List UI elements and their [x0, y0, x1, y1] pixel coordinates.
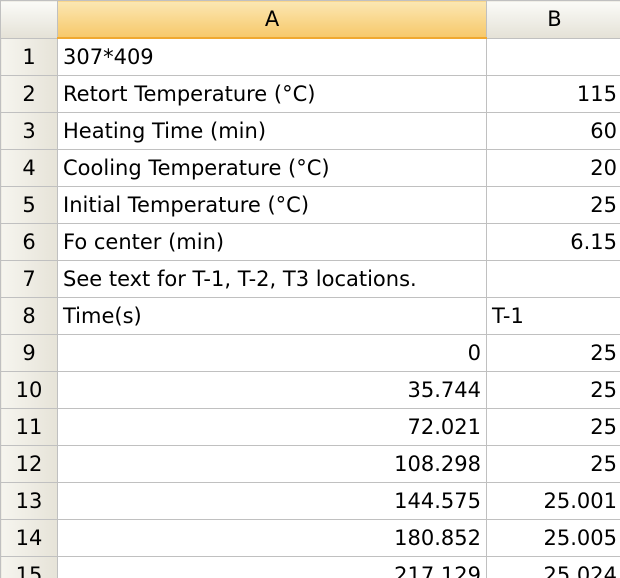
cell-a3[interactable]: Heating Time (min): [57, 112, 487, 150]
cell-a12[interactable]: 108.298: [57, 445, 487, 483]
table-row: 5 Initial Temperature (°C) 25: [0, 186, 620, 224]
cell-b5[interactable]: 25: [486, 186, 620, 224]
cell-b3[interactable]: 60: [486, 112, 620, 150]
table-row: 4 Cooling Temperature (°C) 20: [0, 149, 620, 187]
table-row: 8 Time(s) T-1: [0, 297, 620, 335]
cell-b6[interactable]: 6.15: [486, 223, 620, 261]
cell-a8[interactable]: Time(s): [57, 297, 487, 335]
cell-a14[interactable]: 180.852: [57, 519, 487, 557]
spreadsheet: A B 1 307*409 2 Retort Temperature (°C) …: [0, 0, 620, 578]
cell-a15[interactable]: 217.129: [57, 556, 487, 578]
row-header-7[interactable]: 7: [0, 260, 58, 298]
cell-b10[interactable]: 25: [486, 371, 620, 409]
row-header-3[interactable]: 3: [0, 112, 58, 150]
row-header-13[interactable]: 13: [0, 482, 58, 520]
cell-b11[interactable]: 25: [486, 408, 620, 446]
table-row: 6 Fo center (min) 6.15: [0, 223, 620, 261]
table-row: 11 72.021 25: [0, 408, 620, 446]
row-header-9[interactable]: 9: [0, 334, 58, 372]
cell-a4[interactable]: Cooling Temperature (°C): [57, 149, 487, 187]
table-row: 1 307*409: [0, 37, 620, 76]
cell-a6[interactable]: Fo center (min): [57, 223, 487, 261]
table-row: 2 Retort Temperature (°C) 115: [0, 75, 620, 113]
column-header-b[interactable]: B: [486, 0, 620, 39]
column-header-a[interactable]: A: [57, 0, 487, 39]
table-row: 13 144.575 25.001: [0, 482, 620, 520]
row-header-14[interactable]: 14: [0, 519, 58, 557]
cell-b15[interactable]: 25.024: [486, 556, 620, 578]
row-header-8[interactable]: 8: [0, 297, 58, 335]
row-header-1[interactable]: 1: [0, 37, 58, 76]
cell-a5[interactable]: Initial Temperature (°C): [57, 186, 487, 224]
cell-a11[interactable]: 72.021: [57, 408, 487, 446]
row-header-12[interactable]: 12: [0, 445, 58, 483]
cell-a1[interactable]: 307*409: [57, 37, 487, 76]
cell-b14[interactable]: 25.005: [486, 519, 620, 557]
row-header-2[interactable]: 2: [0, 75, 58, 113]
column-header-row: A B: [0, 0, 620, 39]
table-row: 9 0 25: [0, 334, 620, 372]
table-row: 7 See text for T-1, T-2, T3 locations.: [0, 260, 620, 298]
cell-a10[interactable]: 35.744: [57, 371, 487, 409]
row-header-15[interactable]: 15: [0, 556, 58, 578]
cell-b12[interactable]: 25: [486, 445, 620, 483]
spreadsheet-grid: A B 1 307*409 2 Retort Temperature (°C) …: [0, 0, 620, 578]
row-header-6[interactable]: 6: [0, 223, 58, 261]
cell-a9[interactable]: 0: [57, 334, 487, 372]
table-row: 3 Heating Time (min) 60: [0, 112, 620, 150]
select-all-corner[interactable]: [0, 0, 58, 39]
row-header-4[interactable]: 4: [0, 149, 58, 187]
cell-a2[interactable]: Retort Temperature (°C): [57, 75, 487, 113]
cell-b8[interactable]: T-1: [486, 297, 620, 335]
cell-b1[interactable]: [486, 37, 620, 76]
cell-b2[interactable]: 115: [486, 75, 620, 113]
table-row: 10 35.744 25: [0, 371, 620, 409]
cell-b7[interactable]: [486, 260, 620, 298]
cell-b4[interactable]: 20: [486, 149, 620, 187]
table-row: 14 180.852 25.005: [0, 519, 620, 557]
cell-b13[interactable]: 25.001: [486, 482, 620, 520]
table-row: 12 108.298 25: [0, 445, 620, 483]
cell-b9[interactable]: 25: [486, 334, 620, 372]
table-row: 15 217.129 25.024: [0, 556, 620, 578]
row-header-10[interactable]: 10: [0, 371, 58, 409]
cell-a13[interactable]: 144.575: [57, 482, 487, 520]
row-header-5[interactable]: 5: [0, 186, 58, 224]
row-header-11[interactable]: 11: [0, 408, 58, 446]
cell-a7[interactable]: See text for T-1, T-2, T3 locations.: [57, 260, 487, 298]
